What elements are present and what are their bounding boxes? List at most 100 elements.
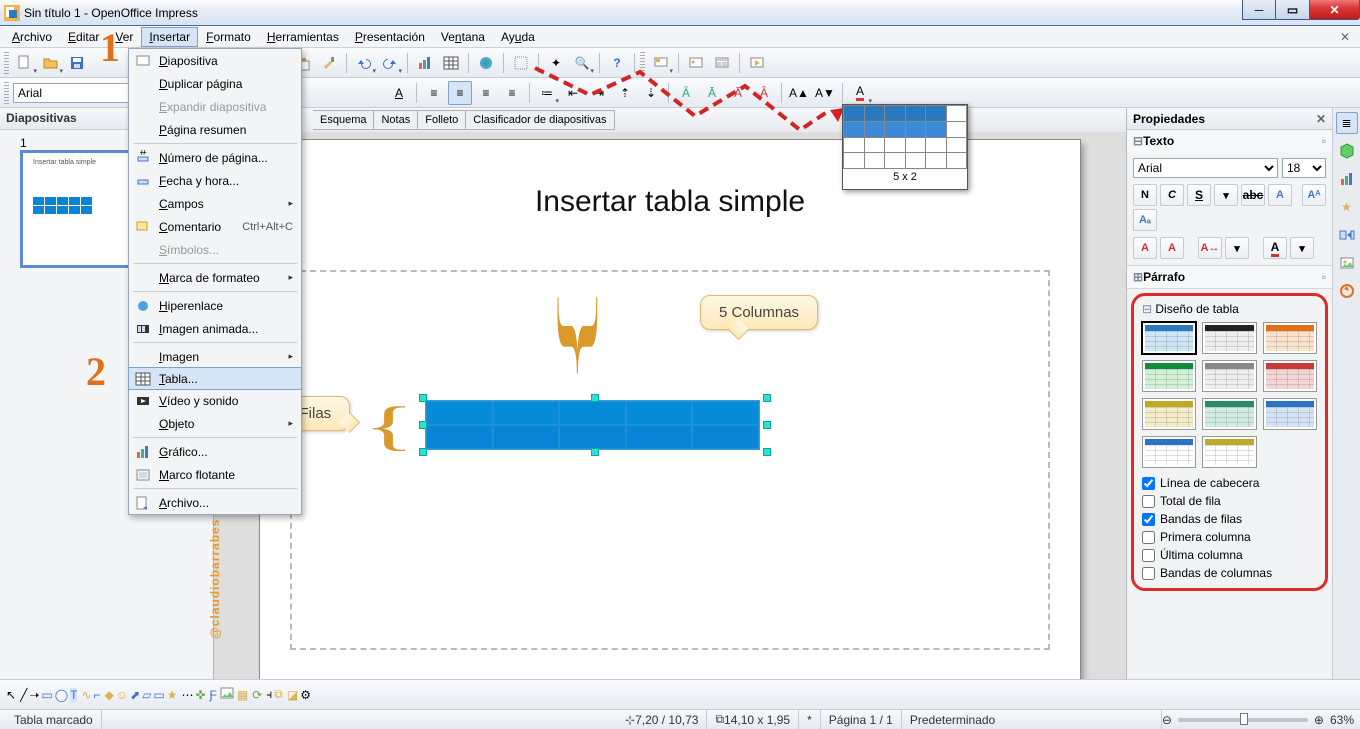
align-tool[interactable]: ⫞ <box>266 687 272 702</box>
slide-design-button[interactable] <box>684 51 708 75</box>
slide-layout-button[interactable] <box>710 51 734 75</box>
save-button[interactable] <box>65 51 89 75</box>
table-cell-selector[interactable] <box>947 138 967 153</box>
table-cell-selector[interactable] <box>885 122 905 137</box>
sidebar-tab-properties[interactable]: ≣ <box>1336 112 1358 134</box>
table-cell-selector[interactable] <box>906 106 926 121</box>
design-swatch[interactable] <box>1142 436 1196 468</box>
navigator-button[interactable]: ✦ <box>544 51 568 75</box>
rotate-tool[interactable]: ⟳ <box>252 688 262 702</box>
extrusion-tool[interactable]: ◪ <box>287 688 298 702</box>
underline-double-button[interactable]: A <box>387 81 411 105</box>
table-cell-selector[interactable] <box>865 153 885 168</box>
check-total-fila[interactable]: Total de fila <box>1138 492 1321 510</box>
table-cell-selector[interactable] <box>885 138 905 153</box>
zoom-in-button[interactable]: ⊕ <box>1314 713 1324 727</box>
design-swatch[interactable] <box>1263 360 1317 392</box>
menu-item-n-mero-de-p-gina-[interactable]: #Número de página... <box>129 146 301 169</box>
move-down-button[interactable]: ⇣ <box>639 81 663 105</box>
design-swatch[interactable] <box>1263 398 1317 430</box>
ellipse-tool[interactable]: ◯ <box>55 688 68 702</box>
char-spacing-btn[interactable]: Ā <box>726 81 750 105</box>
selection-handle[interactable] <box>419 421 427 429</box>
zoom-out-button[interactable]: ⊖ <box>1162 713 1172 727</box>
menu-item-archivo-[interactable]: Archivo... <box>129 491 301 514</box>
flowchart-tool[interactable]: ▱ <box>142 688 151 702</box>
menu-item-diapositiva[interactable]: Diapositiva <box>129 49 301 72</box>
fontwork-tool[interactable]: Ƒ <box>210 688 217 702</box>
toolbar-grip[interactable] <box>4 52 9 74</box>
content-placeholder[interactable] <box>290 270 1050 650</box>
design-swatch[interactable] <box>1142 360 1196 392</box>
symbol-shapes-tool[interactable]: ☺ <box>116 688 128 702</box>
inserted-table[interactable] <box>425 400 760 450</box>
close-pane-icon[interactable]: ✕ <box>1316 112 1326 126</box>
menu-ventana[interactable]: Ventana <box>433 27 493 47</box>
sidebar-tab-gallery-icon[interactable] <box>1336 252 1358 274</box>
menu-item-hiperenlace[interactable]: Hiperenlace <box>129 294 301 317</box>
toolbar-grip[interactable] <box>640 52 645 74</box>
sidebar-tab-chart-icon[interactable] <box>1336 168 1358 190</box>
callout-tool[interactable]: ▭ <box>153 688 164 702</box>
grid-button[interactable] <box>509 51 533 75</box>
stars-tool[interactable]: ★ <box>167 688 178 702</box>
char-spacing-btn[interactable]: Ā <box>700 81 724 105</box>
strike-button[interactable]: abc <box>1241 184 1265 206</box>
design-swatch[interactable] <box>1142 322 1196 354</box>
selection-handle[interactable] <box>419 448 427 456</box>
demote-button[interactable]: ⇥ <box>587 81 611 105</box>
table-cell-selector[interactable] <box>926 106 946 121</box>
interaction-tool[interactable]: ⚙ <box>300 688 311 702</box>
sidebar-tab-cube-icon[interactable] <box>1336 140 1358 162</box>
table-cell-selector[interactable] <box>885 153 905 168</box>
design-swatch[interactable] <box>1202 398 1256 430</box>
check-ultima-columna[interactable]: Última columna <box>1138 546 1321 564</box>
table-cell-selector[interactable] <box>885 106 905 121</box>
hyperlink-button[interactable] <box>474 51 498 75</box>
char-spacing-btn[interactable]: Ȃ <box>674 81 698 105</box>
menu-item-fecha-y-hora-[interactable]: Fecha y hora... <box>129 169 301 192</box>
increase-font-btn[interactable]: A▲ <box>787 81 811 105</box>
menu-item-campos[interactable]: Campos▸ <box>129 192 301 215</box>
menu-item-imagen-animada-[interactable]: Imagen animada... <box>129 317 301 340</box>
menu-formato[interactable]: Formato <box>198 27 259 47</box>
gallery-tool[interactable]: ▦ <box>237 688 248 702</box>
design-swatch[interactable] <box>1202 322 1256 354</box>
table-button[interactable] <box>439 51 463 75</box>
table-cell-selector[interactable] <box>844 138 864 153</box>
char-spacing-btn[interactable]: Ȃ <box>752 81 776 105</box>
menu-insertar[interactable]: Insertar <box>141 27 198 47</box>
from-file-tool[interactable] <box>219 685 235 704</box>
arrange-tool[interactable]: ⧉ <box>274 687 283 702</box>
selection-handle[interactable] <box>763 394 771 402</box>
selection-handle[interactable] <box>591 448 599 456</box>
table-cell-selector[interactable] <box>926 122 946 137</box>
align-right-button[interactable]: ≡ <box>474 81 498 105</box>
maximize-button[interactable]: ▭ <box>1276 0 1310 20</box>
table-cell-selector[interactable] <box>947 106 967 121</box>
spacing-button[interactable]: A↔ <box>1198 237 1222 259</box>
slide-canvas[interactable]: Insertar tabla simple } 5 Columnas { 2 F… <box>260 140 1080 679</box>
table-cell-selector[interactable] <box>906 122 926 137</box>
zoom-value[interactable]: 63% <box>1330 713 1354 727</box>
menu-item-objeto[interactable]: Objeto▸ <box>129 412 301 435</box>
tab-clasificador[interactable]: Clasificador de diapositivas <box>465 110 614 130</box>
decrease-font-btn[interactable]: A▼ <box>813 81 837 105</box>
menu-item-duplicar-p-gina[interactable]: Duplicar página <box>129 72 301 95</box>
undo-button[interactable] <box>352 51 376 75</box>
canvas-scroll[interactable]: Insertar tabla simple } 5 Columnas { 2 F… <box>214 132 1126 679</box>
arrow-tool[interactable]: ➝ <box>29 688 39 702</box>
close-button[interactable]: ✕ <box>1310 0 1360 20</box>
selection-handle[interactable] <box>591 394 599 402</box>
bold-button[interactable]: N <box>1133 184 1157 206</box>
menu-item-tabla-[interactable]: Tabla... <box>128 367 302 390</box>
table-cell-selector[interactable] <box>865 138 885 153</box>
selection-handle[interactable] <box>763 448 771 456</box>
design-swatch[interactable] <box>1263 322 1317 354</box>
prop-font-select[interactable]: Arial <box>1133 158 1278 178</box>
italic-button[interactable]: C <box>1160 184 1184 206</box>
menu-ayuda[interactable]: Ayuda <box>493 27 543 47</box>
sup-button[interactable]: Aᴬ <box>1302 184 1326 206</box>
menu-item-comentario[interactable]: ComentarioCtrl+Alt+C <box>129 215 301 238</box>
check-linea-cabecera[interactable]: Línea de cabecera <box>1138 474 1321 492</box>
